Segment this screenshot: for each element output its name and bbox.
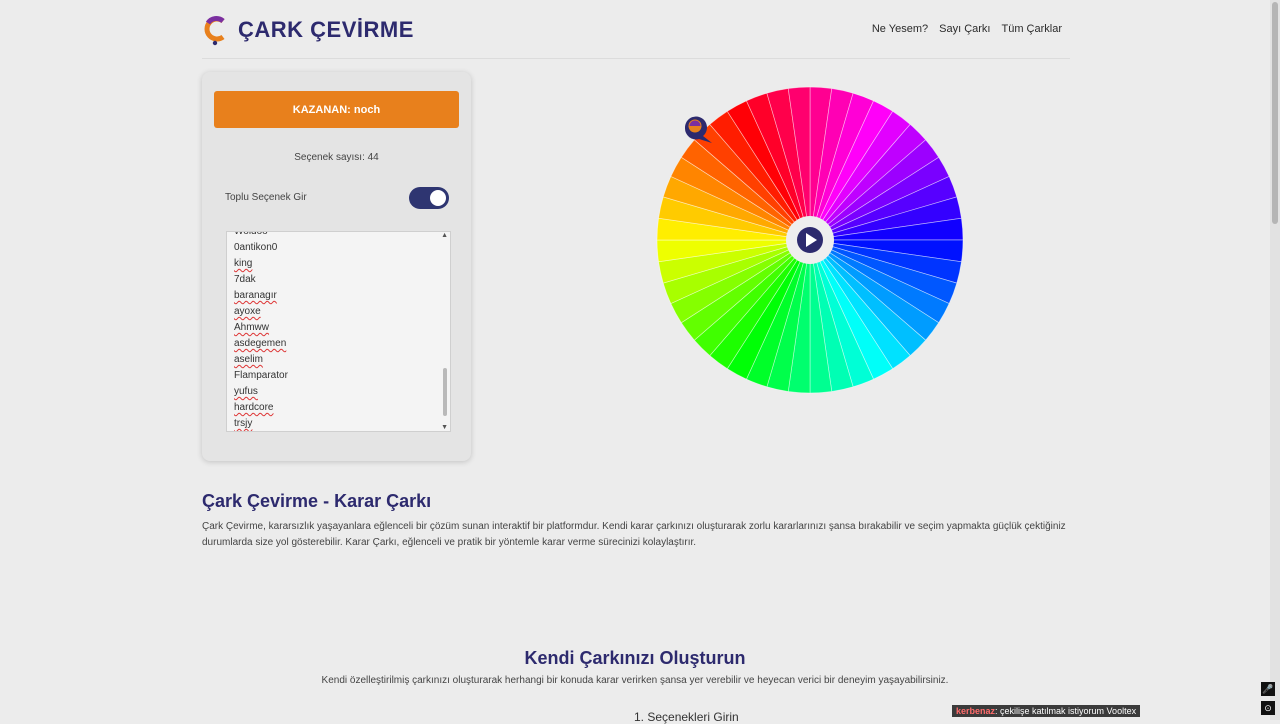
option-line: aselim [234, 352, 288, 368]
section-title-create-wheel: Kendi Çarkınızı Oluşturun [0, 648, 1270, 669]
chat-message: : çekilişe katılmak istiyorum Vooltex [995, 706, 1136, 716]
option-line: 7dak [234, 272, 288, 288]
logo-icon[interactable] [202, 14, 228, 46]
options-textarea[interactable]: Woldoo0antikon0king7dakbaranagırayoxeAhm… [226, 231, 451, 432]
textarea-scrollbar-thumb[interactable] [443, 368, 447, 416]
page-scrollbar-thumb[interactable] [1272, 2, 1278, 224]
scroll-down-arrow-icon[interactable]: ▼ [441, 424, 448, 431]
top-nav: Ne Yesem? Sayı Çarkı Tüm Çarklar [872, 23, 1062, 35]
option-line: asdegemen [234, 336, 288, 352]
site-header: ÇARK ÇEVİRME Ne Yesem? Sayı Çarkı Tüm Ça… [202, 0, 1070, 59]
option-count: Seçenek sayısı: 44 [202, 152, 471, 163]
option-line: ayoxe [234, 304, 288, 320]
nav-link-ne-yesem[interactable]: Ne Yesem? [872, 23, 928, 35]
nav-link-tum-carklar[interactable]: Tüm Çarklar [1001, 23, 1062, 35]
brand-title[interactable]: ÇARK ÇEVİRME [238, 17, 414, 43]
toggle-knob [430, 190, 446, 206]
option-line: baranagır [234, 288, 288, 304]
section-subtitle: Kendi özelleştirilmiş çarkınızı oluştura… [0, 675, 1270, 686]
bulk-entry-toggle[interactable] [409, 187, 449, 209]
option-line: 0antikon0 [234, 240, 288, 256]
option-line: Ahmww [234, 320, 288, 336]
winner-banner: KAZANAN: noch [214, 91, 459, 128]
section-description: Çark Çevirme, kararsızlık yaşayanlara eğ… [202, 519, 1068, 551]
option-line: Flamparator [234, 368, 288, 384]
option-line: Woldoo [234, 231, 288, 240]
options-panel: KAZANAN: noch Seçenek sayısı: 44 Toplu S… [202, 72, 471, 461]
option-line: trsjy [234, 416, 288, 432]
chat-overlay: kerbenaz: çekilişe katılmak istiyorum Vo… [952, 705, 1140, 717]
settings-icon[interactable]: ⊙ [1261, 701, 1275, 715]
options-list: Woldoo0antikon0king7dakbaranagırayoxeAhm… [234, 231, 288, 432]
page-scrollbar[interactable] [1270, 0, 1280, 720]
section-title-karar-carki: Çark Çevirme - Karar Çarkı [202, 491, 431, 512]
microphone-icon[interactable]: 🎤 [1261, 682, 1275, 696]
nav-link-sayi-carki[interactable]: Sayı Çarkı [939, 23, 990, 35]
option-line: king [234, 256, 288, 272]
step-heading: 1. Seçenekleri Girin [634, 710, 739, 724]
option-line: yufus [234, 384, 288, 400]
chat-username: kerbenaz [956, 706, 995, 716]
option-line: hardcore [234, 400, 288, 416]
scroll-up-arrow-icon[interactable]: ▲ [441, 232, 448, 239]
map-pin-icon [681, 114, 713, 144]
bulk-entry-label: Toplu Seçenek Gir [225, 192, 307, 203]
